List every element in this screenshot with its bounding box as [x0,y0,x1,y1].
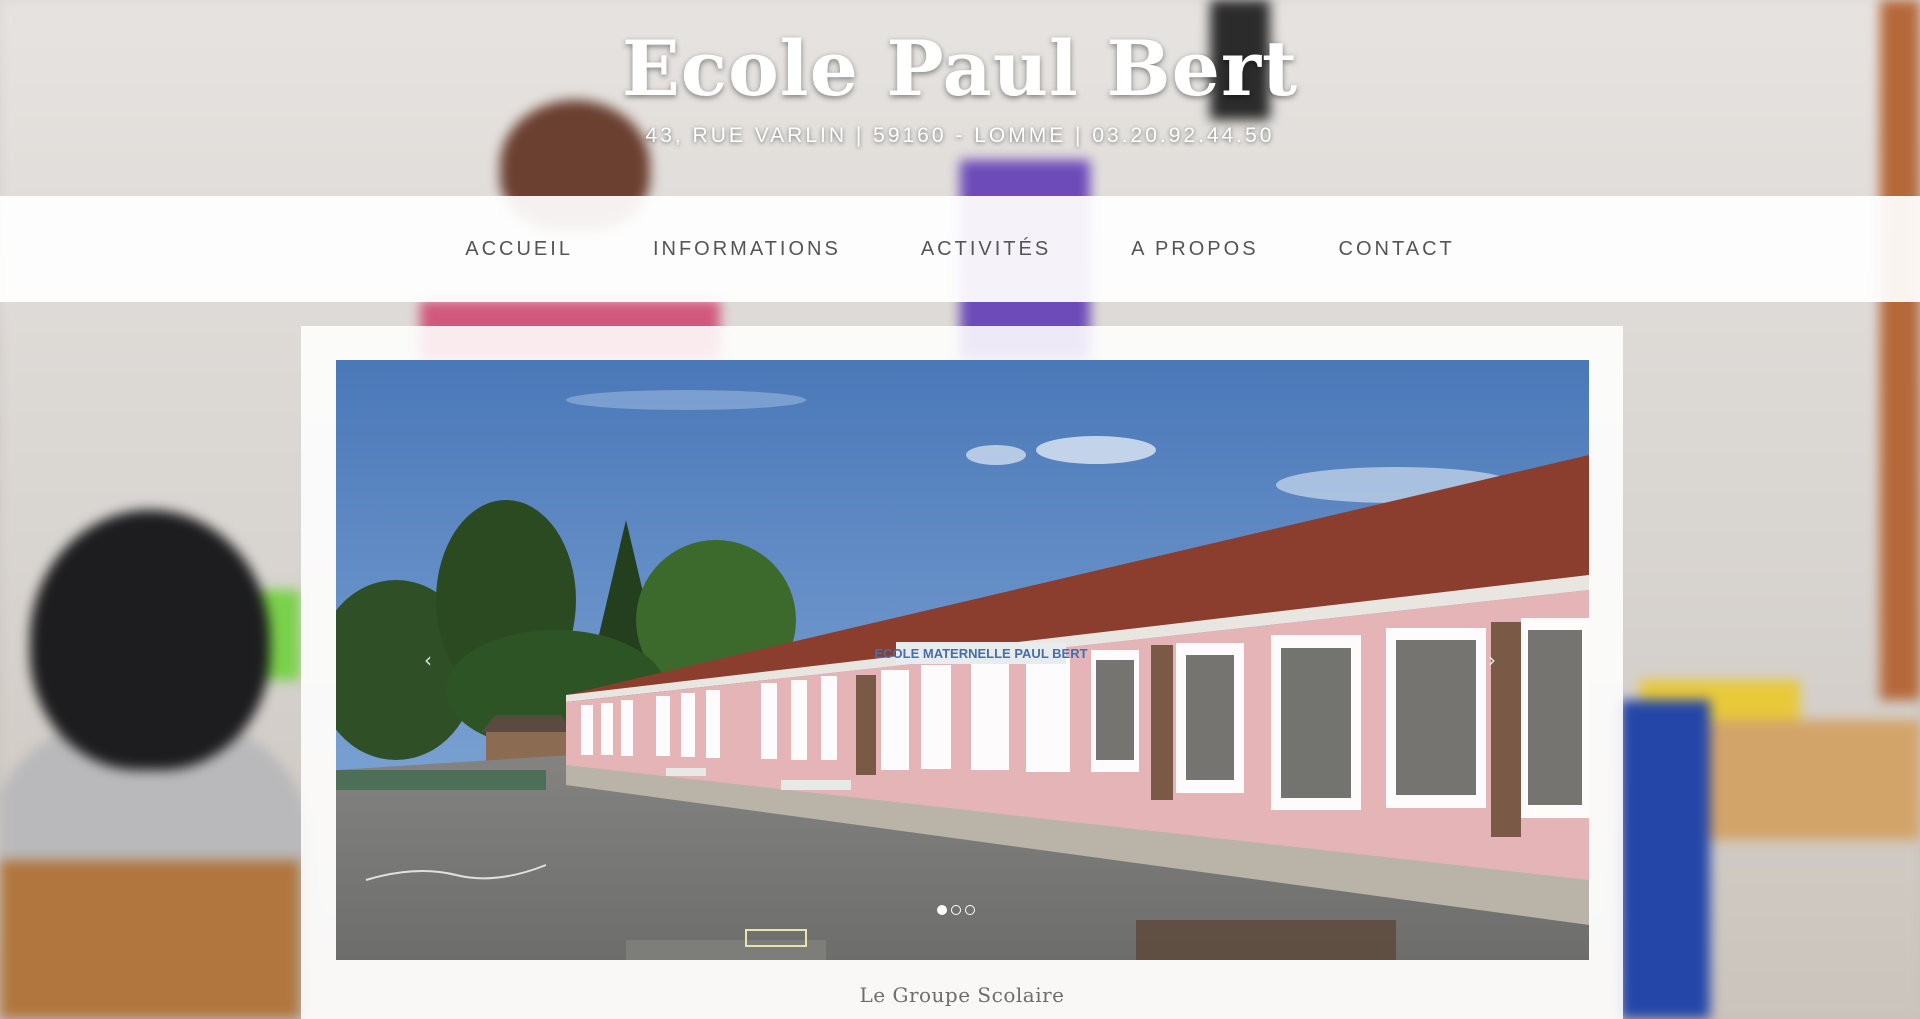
nav-item-informations[interactable]: INFORMATIONS [653,238,841,261]
slider-pagination [937,905,975,915]
main-nav: ACCUEIL INFORMATIONS ACTIVITÉS A PROPOS … [0,196,1920,302]
building-sign-text: ECOLE MATERNELLE PAUL BERT [874,646,1087,661]
image-slider[interactable]: ECOLE MATERNELLE PAUL BERT [336,360,1589,960]
nav-item-a-propos[interactable]: A PROPOS [1131,238,1258,261]
slider-dot-1[interactable] [937,905,947,915]
slider-dot-3[interactable] [965,905,975,915]
slide-image-school-building: ECOLE MATERNELLE PAUL BERT [336,360,1589,960]
slide-caption: Le Groupe Scolaire [859,983,1065,1007]
site-header: Ecole Paul Bert 43, RUE VARLIN | 59160 -… [0,0,1920,196]
slider-dot-2[interactable] [951,905,961,915]
nav-item-accueil[interactable]: ACCUEIL [465,238,573,261]
chevron-right-icon[interactable]: › [1488,648,1496,672]
nav-item-contact[interactable]: CONTACT [1339,238,1455,261]
nav-item-activites[interactable]: ACTIVITÉS [921,238,1051,261]
site-address: 43, RUE VARLIN | 59160 - LOMME | 03.20.9… [645,124,1275,147]
chevron-left-icon[interactable]: ‹ [424,648,432,672]
site-title[interactable]: Ecole Paul Bert [0,24,1920,113]
